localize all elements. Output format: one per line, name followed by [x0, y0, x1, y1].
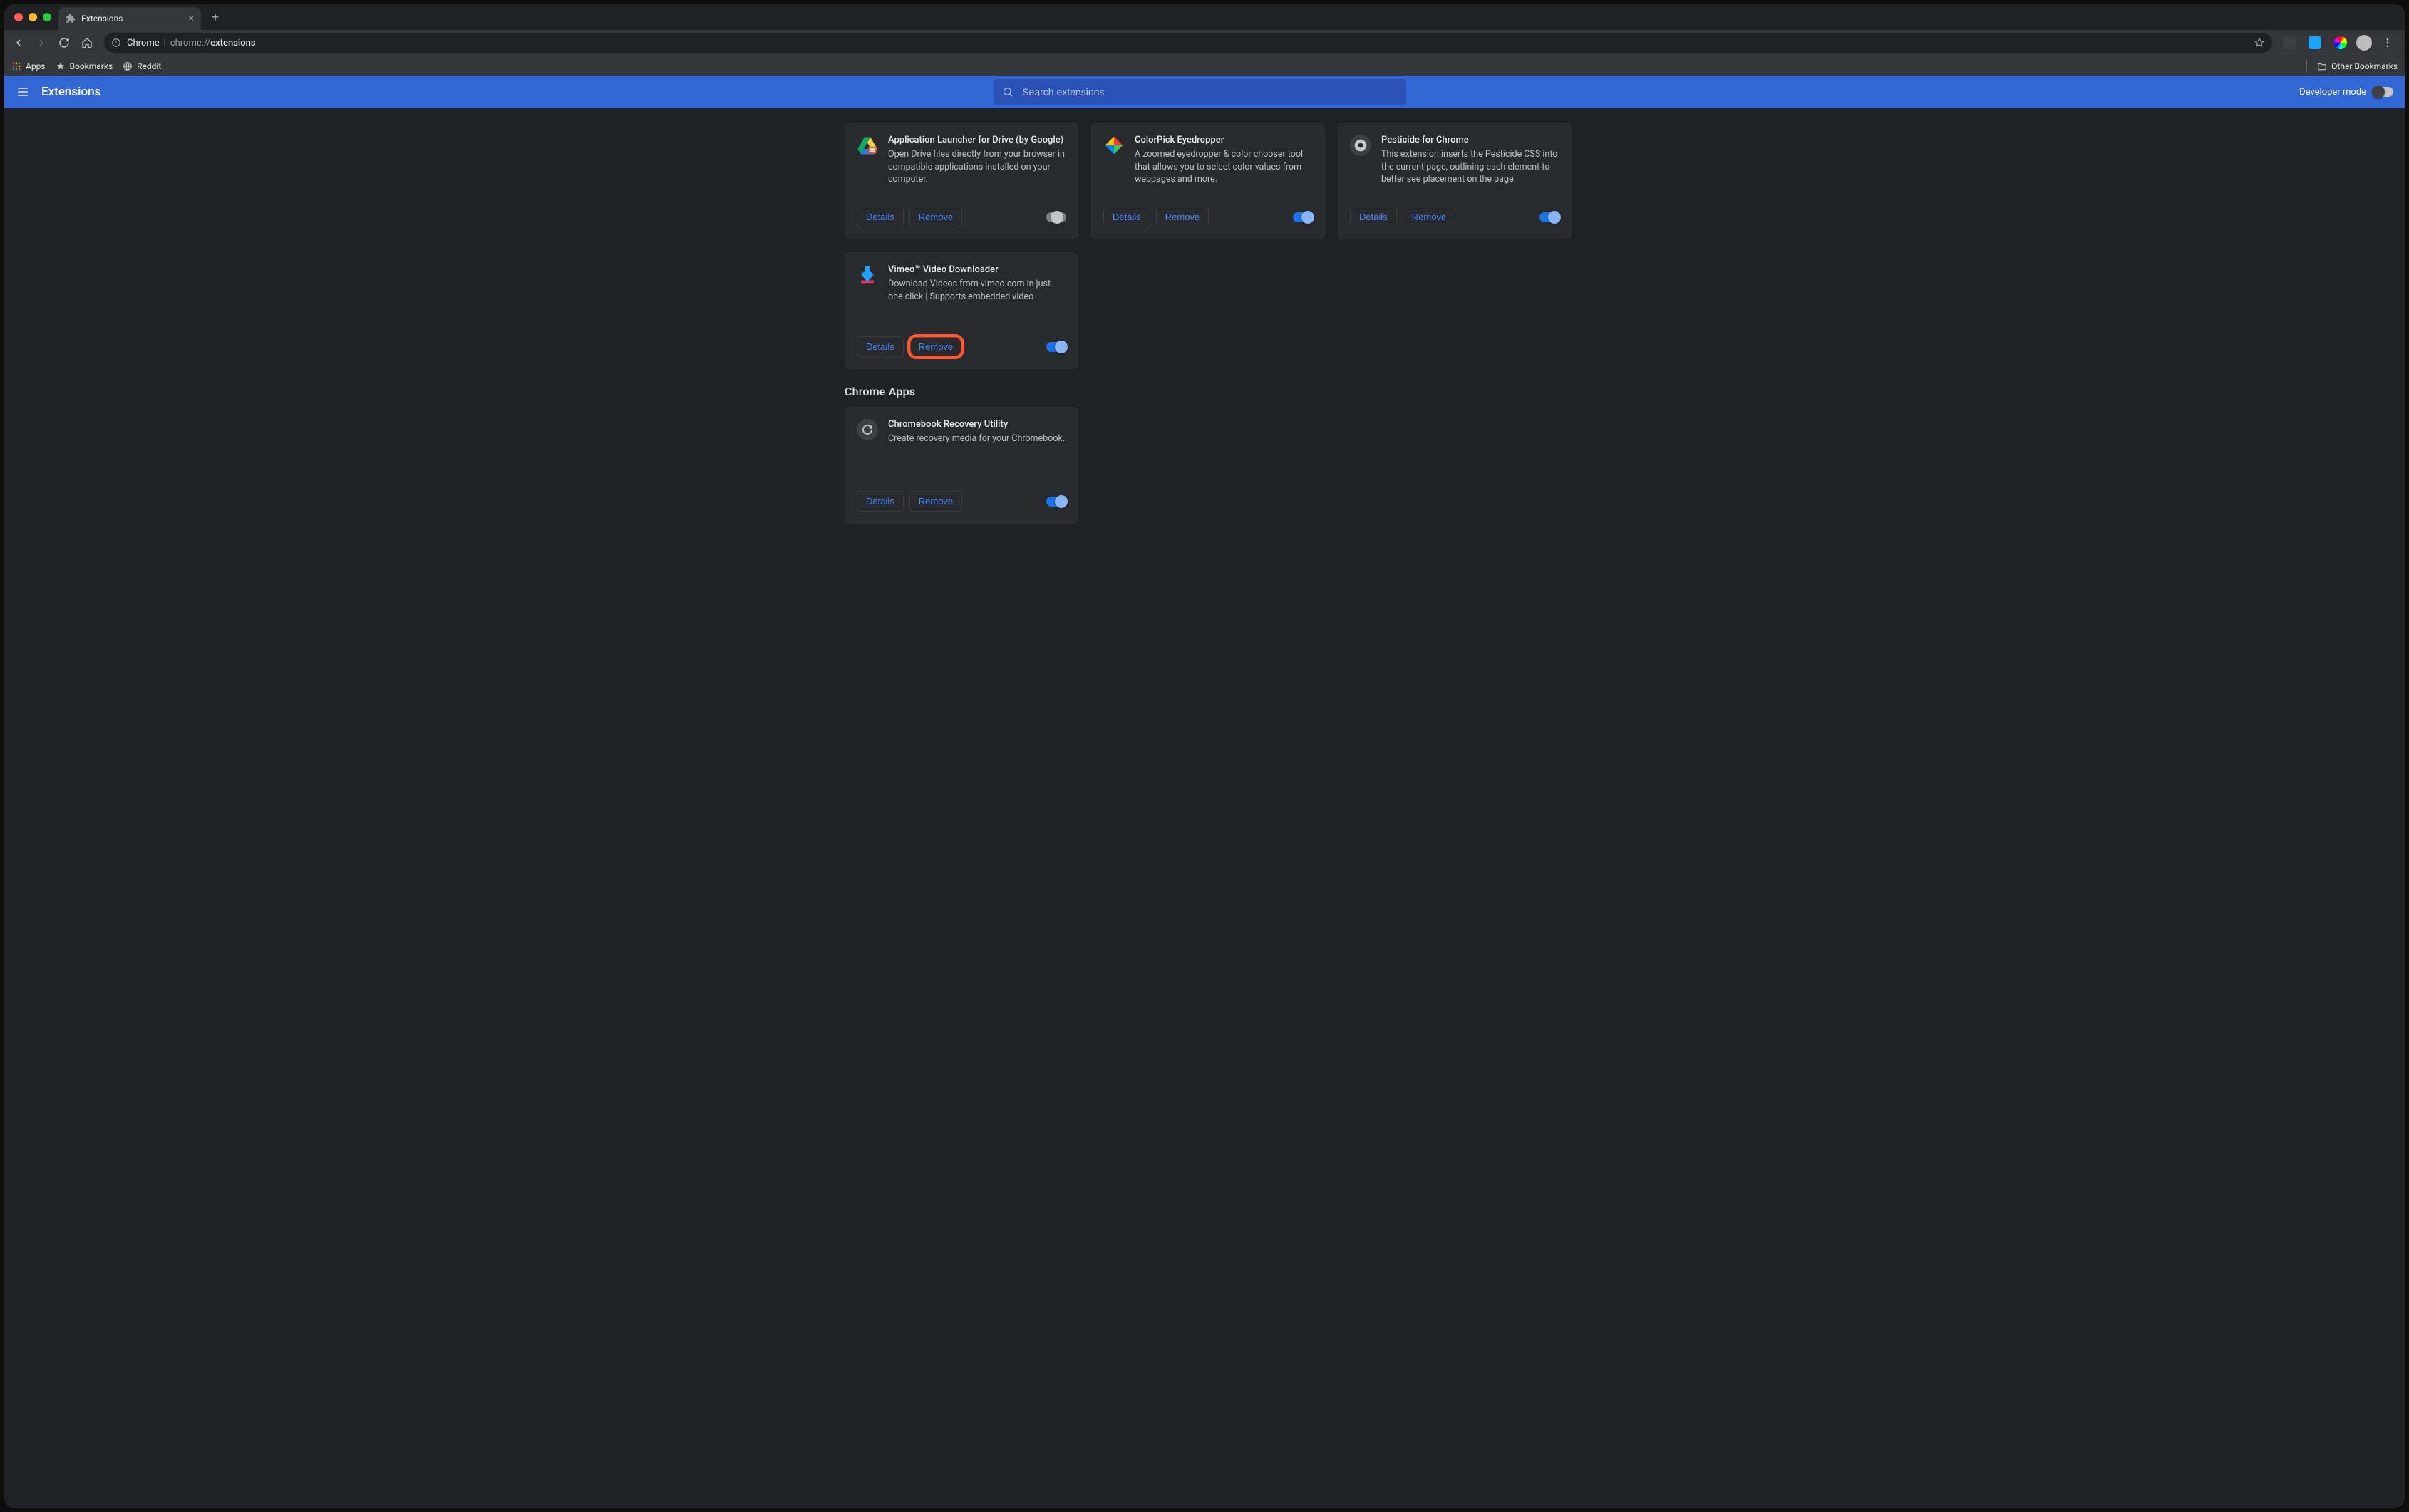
enable-toggle[interactable] [1046, 497, 1066, 507]
app-description: Create recovery media for your Chromeboo… [888, 433, 1065, 445]
extension-card: ColorPick Eyedropper A zoomed eyedropper… [1091, 123, 1325, 239]
forward-button[interactable] [31, 33, 51, 53]
details-button[interactable]: Details [857, 491, 904, 512]
new-tab-button[interactable]: + [205, 7, 225, 27]
remove-button[interactable]: Remove [909, 207, 962, 227]
remove-button[interactable]: Remove [909, 491, 962, 512]
title-bar: Extensions × + [4, 4, 2405, 30]
tab-close-button[interactable]: × [189, 14, 194, 24]
bookmarks-folder-label: Bookmarks [70, 61, 113, 71]
reload-button[interactable] [54, 33, 74, 53]
divider [2306, 60, 2307, 73]
globe-icon [123, 61, 133, 71]
toolbar: Chrome|chrome://extensions [4, 30, 2405, 56]
browser-window: Extensions × + Chrome|chrome://extension… [4, 4, 2405, 1508]
extensions-grid: Application Launcher for Drive (by Googl… [845, 123, 1564, 369]
star-icon [56, 61, 66, 71]
details-button[interactable]: Details [857, 207, 904, 227]
extension-description: Open Drive files directly from your brow… [888, 148, 1066, 186]
enable-toggle[interactable] [1293, 212, 1313, 222]
address-bar-text: Chrome|chrome://extensions [127, 38, 2248, 48]
details-button[interactable]: Details [1350, 207, 1397, 227]
search-box[interactable] [994, 79, 1406, 105]
drive-launcher-icon [857, 135, 878, 156]
enable-toggle[interactable] [1539, 212, 1559, 222]
enable-toggle[interactable] [1046, 212, 1066, 222]
extension-icon-1[interactable] [2279, 33, 2299, 53]
window-minimize-button[interactable] [29, 13, 37, 21]
extension-name: Application Launcher for Drive (by Googl… [888, 135, 1066, 145]
folder-icon [2317, 61, 2327, 71]
extension-description: A zoomed eyedropper & color chooser tool… [1135, 148, 1313, 186]
extension-name: Pesticide for Chrome [1381, 135, 1559, 145]
apps-grid-icon [11, 61, 21, 71]
other-bookmarks[interactable]: Other Bookmarks [2317, 61, 2398, 71]
site-info-icon [111, 38, 121, 48]
developer-mode-toggle[interactable] [2373, 87, 2393, 97]
extension-card: Vimeo™ Video Downloader Download Videos … [845, 252, 1078, 369]
colorpick-icon [1103, 135, 1125, 156]
extension-puzzle-icon [66, 14, 76, 24]
app-name: Chromebook Recovery Utility [888, 419, 1065, 430]
address-bar[interactable]: Chrome|chrome://extensions [104, 33, 2272, 53]
details-button[interactable]: Details [1103, 207, 1150, 227]
bookmark-star-icon[interactable] [2254, 37, 2265, 48]
details-button[interactable]: Details [857, 336, 904, 357]
extension-icon-colorpick[interactable] [2331, 33, 2351, 53]
content-area: Application Launcher for Drive (by Googl… [845, 108, 1564, 552]
remove-button[interactable]: Remove [1156, 207, 1209, 227]
extension-icon-downloader[interactable] [2305, 33, 2325, 53]
toolbar-right-icons [2279, 33, 2398, 53]
extension-name: Vimeo™ Video Downloader [888, 264, 1066, 275]
bookmarks-bar: Apps Bookmarks Reddit Other Bookmarks [4, 56, 2405, 76]
profile-avatar[interactable] [2356, 35, 2372, 51]
vimeo-downloader-icon [857, 264, 878, 286]
window-maximize-button[interactable] [43, 13, 51, 21]
bookmarks-reddit-label: Reddit [137, 61, 161, 71]
extension-card: Application Launcher for Drive (by Googl… [845, 123, 1078, 239]
browser-menu-button[interactable] [2378, 33, 2398, 53]
browser-tab[interactable]: Extensions × [58, 7, 201, 30]
extension-description: This extension inserts the Pesticide CSS… [1381, 148, 1559, 186]
chrome-apps-grid: Chromebook Recovery Utility Create recov… [845, 407, 1564, 524]
home-button[interactable] [77, 33, 97, 53]
bookmarks-right: Other Bookmarks [2301, 60, 2398, 73]
developer-mode-label: Developer mode [2299, 87, 2366, 98]
bookmarks-reddit[interactable]: Reddit [123, 61, 161, 71]
remove-button[interactable]: Remove [1403, 207, 1455, 227]
extension-name: ColorPick Eyedropper [1135, 135, 1313, 145]
enable-toggle[interactable] [1046, 342, 1066, 352]
other-bookmarks-label: Other Bookmarks [2331, 61, 2398, 71]
search-icon [1002, 86, 1013, 98]
developer-mode: Developer mode [2299, 87, 2393, 98]
extension-card: Pesticide for Chrome This extension inse… [1338, 123, 1572, 239]
window-close-button[interactable] [14, 13, 23, 21]
recovery-utility-icon [857, 419, 878, 440]
page-header: Extensions Developer mode [4, 76, 2405, 108]
bookmarks-apps[interactable]: Apps [11, 61, 46, 71]
remove-button-highlighted[interactable]: Remove [909, 336, 962, 357]
extension-description: Download Videos from vimeo.com in just o… [888, 278, 1066, 303]
page-title: Extensions [41, 85, 100, 99]
chrome-apps-title: Chrome Apps [845, 385, 1564, 398]
back-button[interactable] [9, 33, 29, 53]
pesticide-icon [1350, 135, 1371, 156]
tab-title: Extensions [81, 14, 123, 24]
search-input[interactable] [1021, 86, 1398, 98]
traffic-lights [14, 13, 51, 21]
bookmarks-apps-label: Apps [26, 61, 46, 71]
menu-icon[interactable] [16, 85, 30, 99]
page-body: Extensions Developer mode [4, 76, 2405, 1508]
bookmarks-folder[interactable]: Bookmarks [56, 61, 113, 71]
chrome-app-card: Chromebook Recovery Utility Create recov… [845, 407, 1078, 524]
